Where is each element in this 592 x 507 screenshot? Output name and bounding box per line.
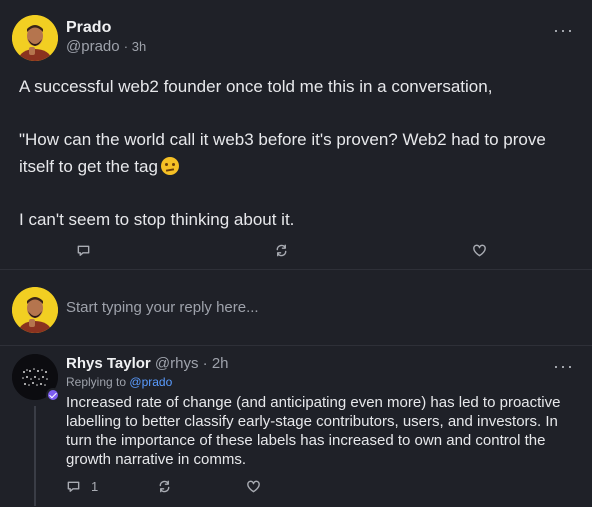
comment-author-handle[interactable]: @rhys [155,355,199,372]
post-author-name[interactable]: Prado [66,19,111,37]
comment-count: 1 [91,479,99,494]
heart-icon [473,244,486,257]
post-body-quote: "How can the world call it web3 before i… [19,130,546,176]
comment-author-name[interactable]: Rhys Taylor [66,355,151,372]
current-user-avatar[interactable] [12,287,58,333]
meta-separator: · [202,355,208,372]
comment-icon [67,481,80,492]
prado-avatar[interactable] [12,15,58,61]
meta-separator: · [123,39,129,54]
verified-badge-icon [46,388,60,402]
comment-icon [77,245,90,256]
post-body-line: I can't seem to stop thinking about it. [19,210,295,229]
comment-body: Increased rate of change (and anticipati… [66,394,561,468]
main-post: Prado @prado · 3h ··· A successful web2 … [0,0,592,270]
reply-comment: Rhys Taylor @rhys · 2h ··· Replying to @… [0,346,592,506]
comment-more-button[interactable]: ··· [553,357,574,375]
comment-header: Rhys Taylor @rhys · 2h [66,355,229,372]
comment-time: 2h [211,355,229,372]
post-author-handle[interactable]: @prado [66,38,120,55]
reply-composer [0,270,592,346]
comment-button[interactable] [76,243,91,258]
thinking-face-emoji-icon [160,157,179,175]
replying-to-label: Replying to [66,375,127,389]
comment-actions: 1 [0,479,592,497]
comment-recast-button[interactable] [157,479,172,494]
recast-icon [276,244,287,257]
post-meta: @prado · 3h [66,38,146,55]
comment-like-button[interactable] [246,479,261,494]
post-body-line: A successful web2 founder once told me t… [19,77,493,96]
reply-input[interactable] [66,296,566,318]
replying-to-link[interactable]: @prado [129,375,172,389]
post-time: 3h [131,39,147,54]
comment-reply-button[interactable]: 1 [66,479,98,494]
recast-icon [159,480,170,493]
recast-button[interactable] [274,243,289,258]
heart-icon [247,480,260,493]
post-body: A successful web2 founder once told me t… [19,73,584,233]
post-actions [0,243,592,261]
post-more-button[interactable]: ··· [553,21,574,39]
replying-to: Replying to @prado [66,375,172,389]
like-button[interactable] [472,243,487,258]
